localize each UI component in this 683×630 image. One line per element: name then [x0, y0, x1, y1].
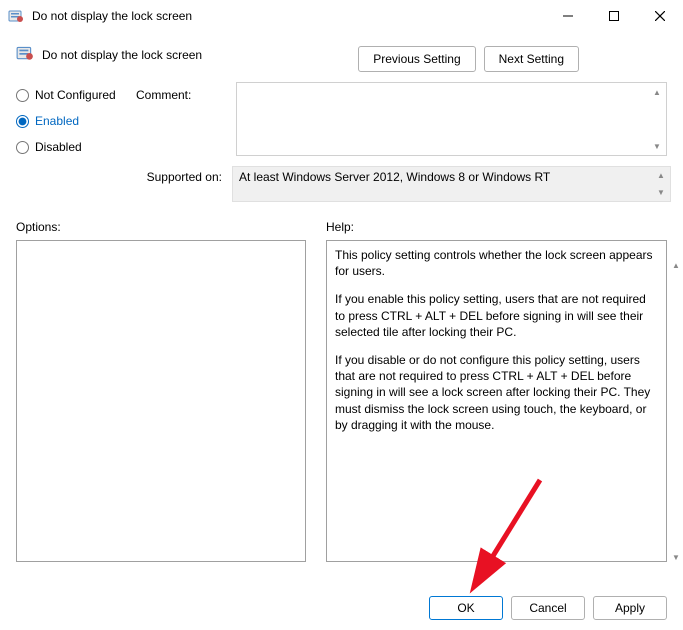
supported-on-textbox: At least Windows Server 2012, Windows 8 … — [232, 166, 671, 202]
header: Do not display the lock screen Previous … — [12, 40, 671, 82]
scroll-up-icon[interactable]: ▲ — [667, 256, 683, 274]
options-label: Options: — [16, 220, 306, 234]
scroll-down-icon[interactable]: ▼ — [648, 137, 666, 155]
radio-enabled[interactable]: Enabled — [16, 114, 136, 128]
radio-disabled-label: Disabled — [35, 140, 82, 154]
dialog-footer: OK Cancel Apply — [429, 596, 667, 620]
cancel-button[interactable]: Cancel — [511, 596, 585, 620]
radio-disabled-input[interactable] — [16, 141, 29, 154]
help-paragraph-2: If you enable this policy setting, users… — [335, 291, 658, 340]
comment-textbox[interactable]: ▲ ▼ — [236, 82, 667, 156]
setting-name: Do not display the lock screen — [42, 48, 202, 62]
policy-icon-large — [16, 44, 34, 65]
radio-enabled-label: Enabled — [35, 114, 79, 128]
radio-disabled[interactable]: Disabled — [16, 140, 136, 154]
radio-not-configured-label: Not Configured — [35, 88, 116, 102]
supported-on-value: At least Windows Server 2012, Windows 8 … — [239, 170, 550, 184]
help-paragraph-3: If you disable or do not configure this … — [335, 352, 658, 433]
next-setting-button[interactable]: Next Setting — [484, 46, 579, 72]
radio-enabled-input[interactable] — [16, 115, 29, 128]
previous-setting-button[interactable]: Previous Setting — [358, 46, 475, 72]
ok-button[interactable]: OK — [429, 596, 503, 620]
radio-not-configured-input[interactable] — [16, 89, 29, 102]
window-controls — [545, 0, 683, 32]
help-label: Help: — [326, 220, 667, 234]
maximize-button[interactable] — [591, 0, 637, 32]
scroll-up-icon[interactable]: ▲ — [652, 167, 670, 184]
apply-button[interactable]: Apply — [593, 596, 667, 620]
radio-not-configured[interactable]: Not Configured — [16, 88, 136, 102]
close-button[interactable] — [637, 0, 683, 32]
help-paragraph-1: This policy setting controls whether the… — [335, 247, 658, 279]
options-panel — [16, 240, 306, 562]
scroll-down-icon[interactable]: ▼ — [667, 548, 683, 566]
comment-label: Comment: — [136, 88, 191, 102]
supported-on-label: Supported on: — [12, 166, 232, 202]
minimize-button[interactable] — [545, 0, 591, 32]
policy-icon — [8, 8, 24, 24]
state-radio-group: Not Configured Enabled Disabled — [16, 82, 136, 156]
titlebar: Do not display the lock screen — [0, 0, 683, 32]
scroll-up-icon[interactable]: ▲ — [648, 83, 666, 101]
scroll-down-icon[interactable]: ▼ — [652, 184, 670, 201]
window-title: Do not display the lock screen — [32, 9, 545, 23]
help-panel: This policy setting controls whether the… — [326, 240, 667, 562]
